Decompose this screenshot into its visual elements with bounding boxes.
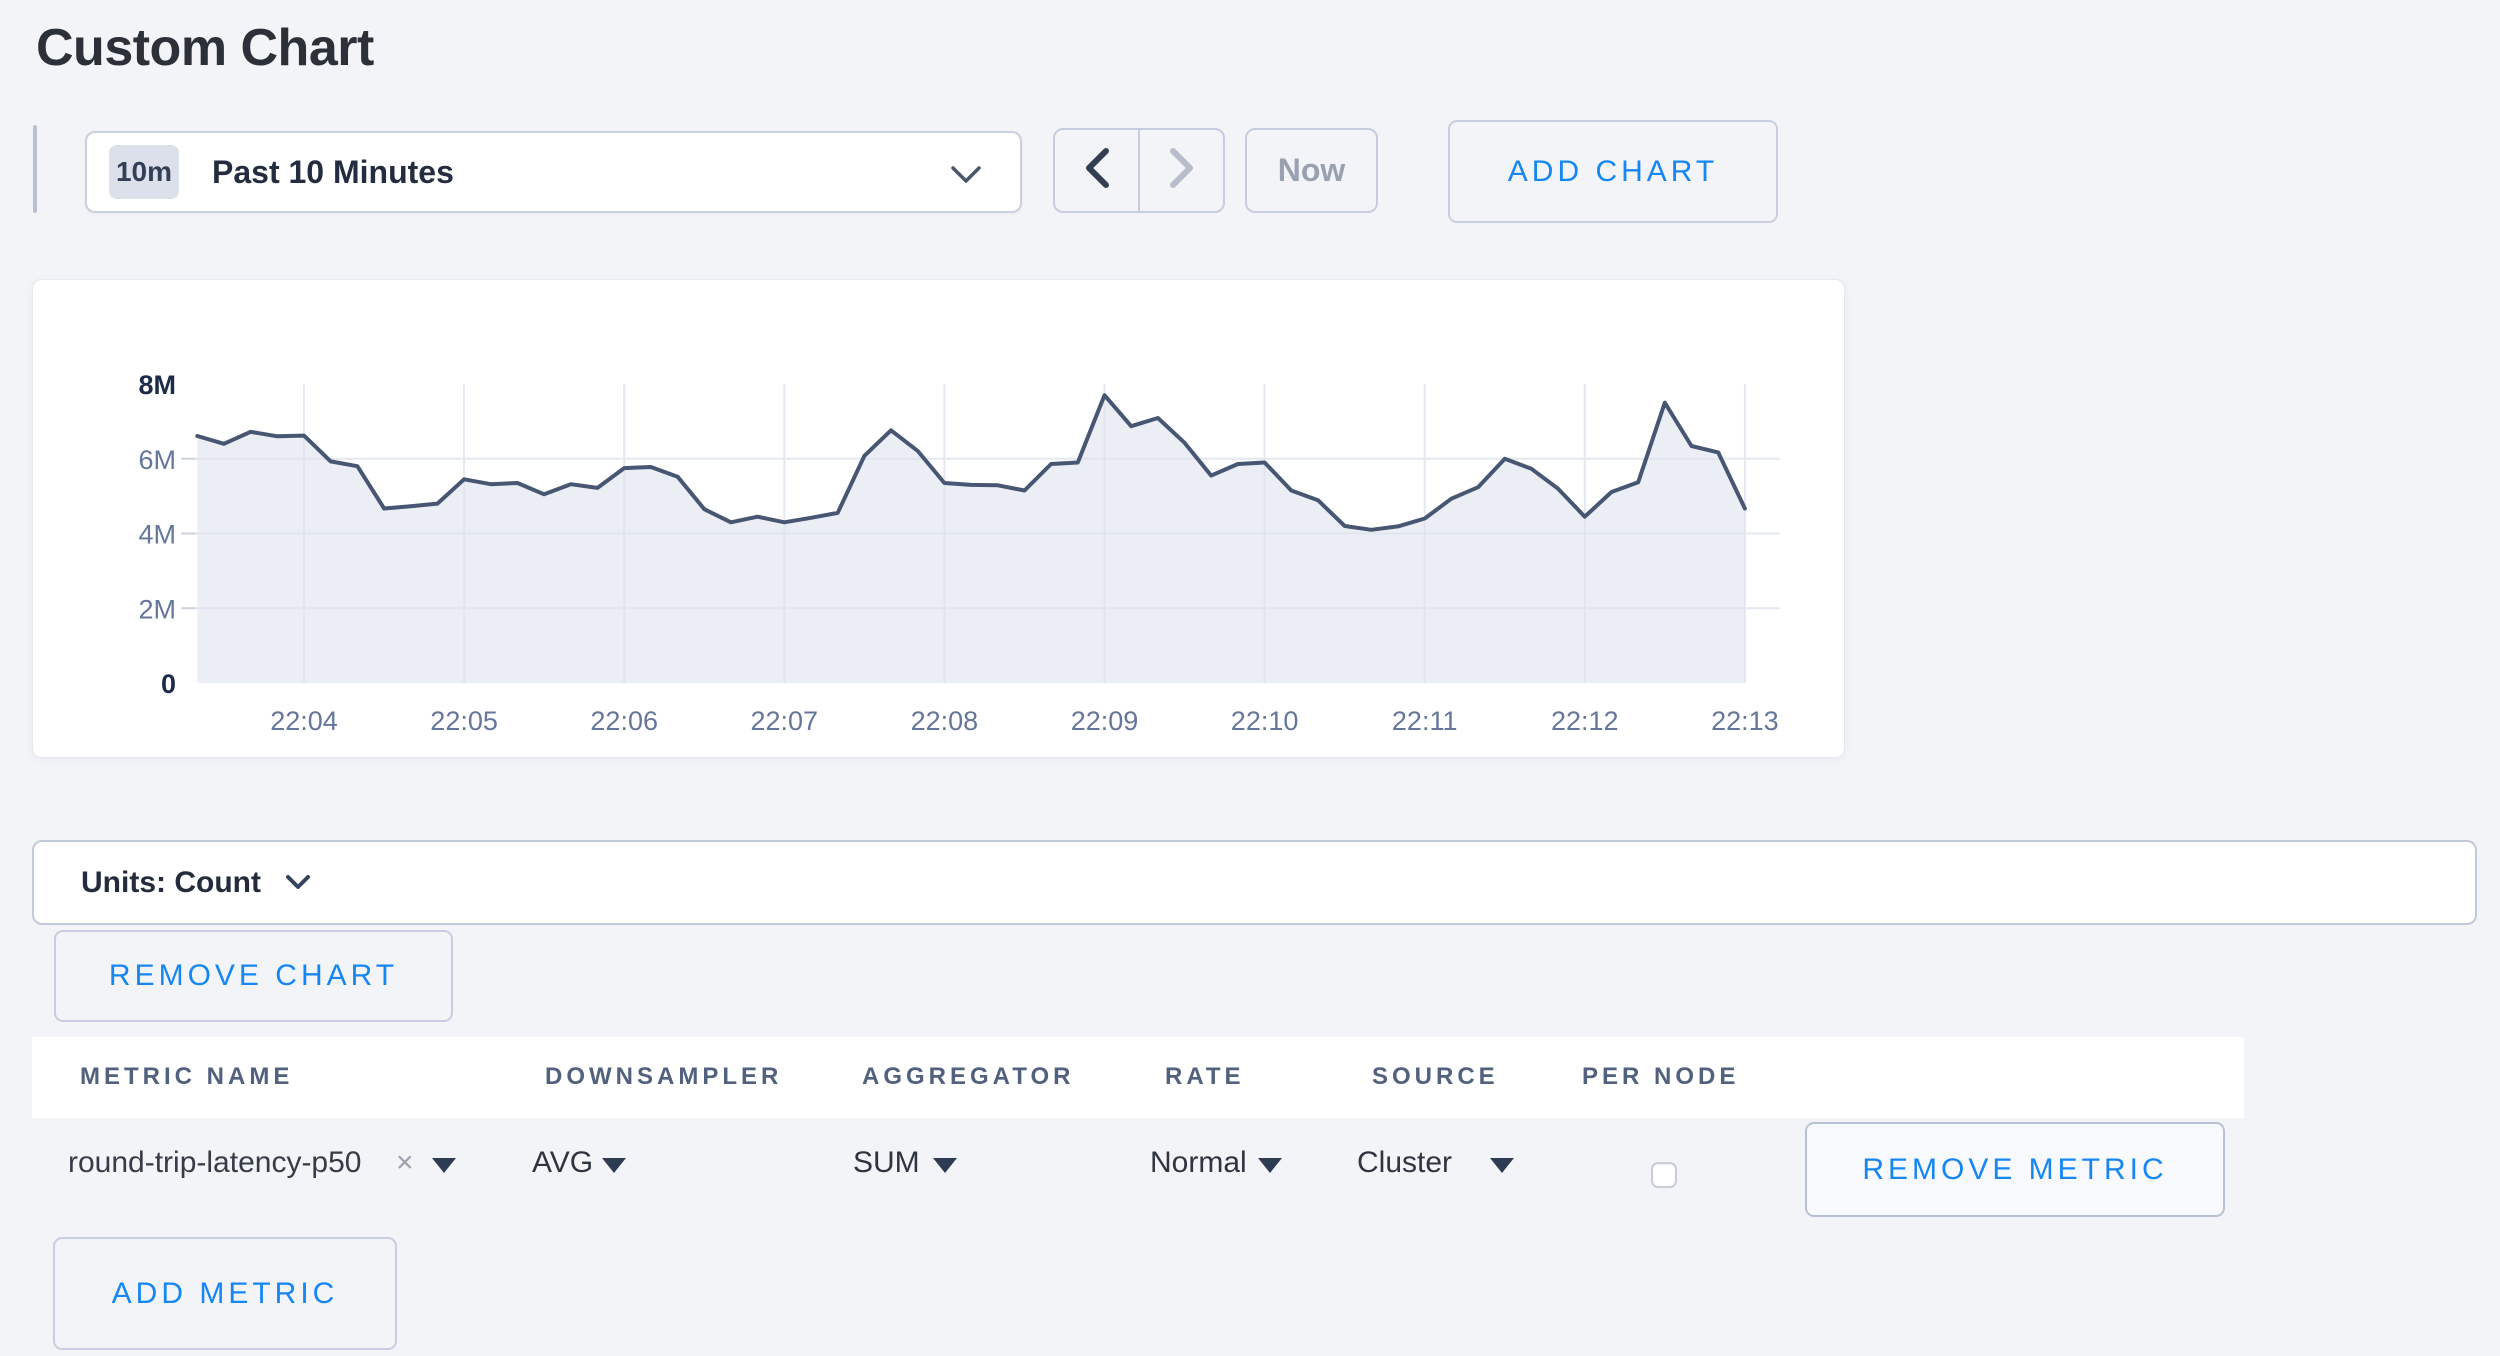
rate-select[interactable]: Normal [1150, 1146, 1247, 1180]
add-chart-button[interactable]: ADD CHART [1448, 120, 1778, 223]
chart-card: 8M 6M 4M 2M 0 22:04 22:05 22:06 22:07 22:08 22:09 2… [32, 279, 1845, 758]
time-range-dropdown[interactable]: 10m Past 10 Minutes [85, 131, 1022, 213]
column-header-source: SOURCE [1372, 1063, 1499, 1091]
series-area-fill [197, 395, 1745, 683]
chevron-down-icon [950, 165, 982, 190]
y-axis-label: 0 [161, 669, 176, 699]
metric-table-row: round-trip-latency-p50 × AVG SUM Normal … [0, 1118, 2500, 1228]
x-axis-label: 22:12 [1551, 706, 1619, 736]
prev-time-button[interactable] [1055, 130, 1138, 211]
chevron-down-icon [285, 874, 311, 895]
custom-chart-page: Custom Chart 10m Past 10 Minutes Now ADD… [0, 0, 2500, 1356]
x-axis-label: 22:10 [1231, 706, 1299, 736]
units-dropdown[interactable]: Units: Count [32, 840, 2477, 925]
metrics-table-header: METRIC NAME DOWNSAMPLER AGGREGATOR RATE … [32, 1037, 2244, 1118]
add-metric-button[interactable]: ADD METRIC [53, 1237, 397, 1350]
x-axis-label: 22:04 [270, 706, 338, 736]
per-node-checkbox[interactable] [1651, 1162, 1677, 1188]
x-axis-label: 22:13 [1711, 706, 1779, 736]
metric-name-value[interactable]: round-trip-latency-p50 [68, 1146, 361, 1180]
page-title: Custom Chart [36, 18, 374, 78]
metric-area-chart: 8M 6M 4M 2M 0 22:04 22:05 22:06 22:07 22:08 22:09 2… [33, 280, 1846, 759]
next-time-button[interactable] [1138, 130, 1223, 211]
x-axis-label: 22:05 [430, 706, 498, 736]
time-range-label: Past 10 Minutes [212, 154, 454, 191]
toolbar-accent-bar [33, 125, 37, 213]
source-caret-icon[interactable] [1490, 1158, 1514, 1173]
x-axis-label: 22:11 [1392, 706, 1458, 736]
column-header-metric-name: METRIC NAME [80, 1063, 293, 1091]
source-select[interactable]: Cluster [1357, 1146, 1452, 1180]
time-range-badge: 10m [109, 145, 179, 199]
x-axis-label: 22:06 [590, 706, 658, 736]
column-header-downsampler: DOWNSAMPLER [545, 1063, 782, 1091]
clear-metric-icon[interactable]: × [396, 1146, 414, 1180]
now-button[interactable]: Now [1245, 128, 1378, 213]
aggregator-select[interactable]: SUM [853, 1146, 920, 1180]
downsampler-caret-icon[interactable] [602, 1158, 626, 1173]
chevron-left-icon [1082, 147, 1112, 194]
units-label: Units: Count [81, 866, 261, 900]
metric-name-caret-icon[interactable] [432, 1158, 456, 1173]
column-header-aggregator: AGGREGATOR [862, 1063, 1074, 1091]
chevron-right-icon [1167, 147, 1197, 194]
column-header-per-node: PER NODE [1582, 1063, 1739, 1091]
y-axis-label: 2M [138, 594, 176, 624]
downsampler-select[interactable]: AVG [532, 1146, 593, 1180]
aggregator-caret-icon[interactable] [933, 1158, 957, 1173]
y-axis-label: 8M [138, 370, 176, 400]
column-header-rate: RATE [1165, 1063, 1245, 1091]
rate-caret-icon[interactable] [1258, 1158, 1282, 1173]
x-axis-label: 22:07 [751, 706, 819, 736]
remove-metric-button[interactable]: REMOVE METRIC [1805, 1122, 2225, 1217]
y-axis-label: 4M [138, 520, 176, 550]
x-axis-label: 22:08 [911, 706, 979, 736]
time-nav-group [1053, 128, 1225, 213]
remove-chart-button[interactable]: REMOVE CHART [54, 930, 453, 1022]
y-axis-label: 6M [138, 445, 176, 475]
x-axis-label: 22:09 [1071, 706, 1139, 736]
